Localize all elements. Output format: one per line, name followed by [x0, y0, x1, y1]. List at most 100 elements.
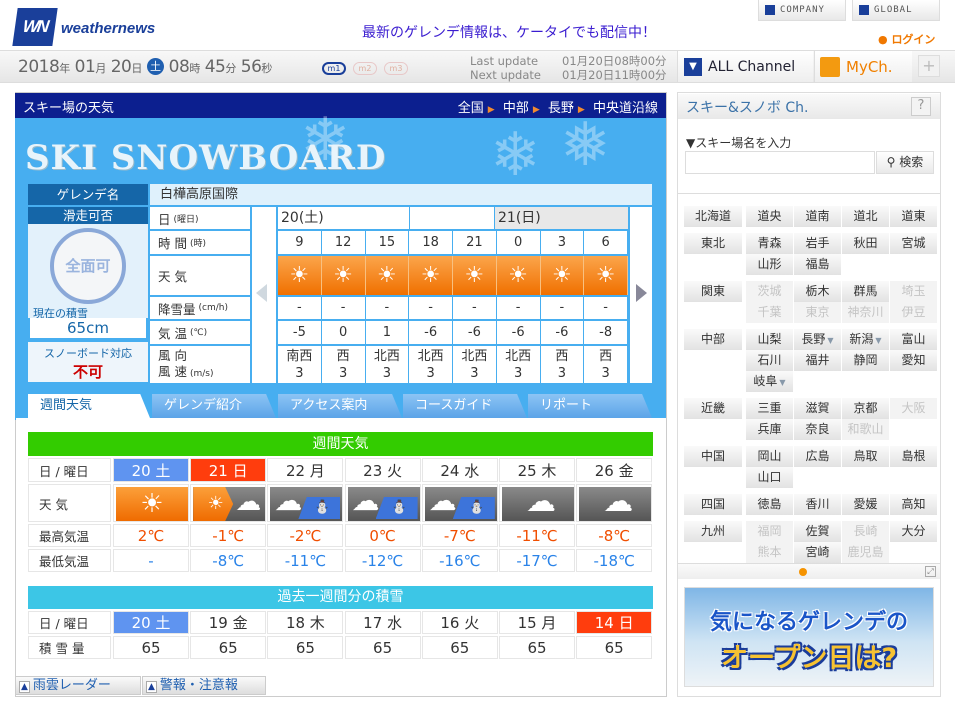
prefecture-button[interactable]: 鳥取 [842, 446, 889, 467]
expand-icon[interactable]: ⤢ [925, 566, 936, 577]
my-channel-button[interactable]: MyCh. [814, 51, 912, 82]
prefecture-button[interactable]: 岡山 [746, 446, 793, 467]
ski-status-label: 滑走可否 [28, 207, 148, 224]
prefecture-button[interactable]: 山梨 [746, 329, 793, 350]
prefecture-button[interactable]: 岩手 [794, 233, 841, 254]
cloud-icon: ☁ [579, 487, 652, 521]
prefecture-button[interactable]: 宮崎 [794, 542, 841, 563]
prefecture-button[interactable]: 道南 [794, 206, 841, 227]
mode-m1-button[interactable]: m1 [322, 62, 346, 75]
region-button[interactable]: 北海道 [684, 206, 742, 227]
dropdown-arrow-icon[interactable]: ▼ [779, 378, 785, 387]
region-button[interactable]: 近畿 [684, 398, 742, 419]
prefecture-button[interactable]: 大分 [890, 521, 937, 542]
dropdown-arrow-icon[interactable]: ▼ [875, 336, 881, 345]
wind-cell: 北西 3 [496, 346, 540, 383]
prefecture-button[interactable]: 道東 [890, 206, 937, 227]
page-dot[interactable] [799, 568, 807, 576]
prefecture-list: 岡山 広島 鳥取 島根山口 [746, 446, 940, 488]
unit: 月 [95, 62, 106, 75]
region-button[interactable]: 四国 [684, 494, 742, 515]
prefecture-button[interactable]: 滋賀 [794, 398, 841, 419]
next-update-label: Next update [470, 68, 541, 82]
year: 2018 [18, 57, 60, 77]
region-button[interactable]: 関東 [684, 281, 742, 302]
prefecture-button[interactable]: 兵庫 [746, 419, 793, 440]
tab-2[interactable]: アクセス案内 [278, 394, 402, 418]
rain-radar-tab[interactable]: ▲ 雨雲レーダー [15, 676, 141, 695]
prefecture-button[interactable]: 愛媛 [842, 494, 889, 515]
prefecture-button[interactable]: 静岡 [842, 350, 889, 371]
breadcrumb: 全国 ▶ 中部 ▶ 長野 ▶ 中央道沿線 [454, 97, 658, 116]
prefecture-button[interactable]: 徳島 [746, 494, 793, 515]
snow-depth: 65 [267, 636, 344, 659]
region-list[interactable]: 北海道 道央 道南 道北 道東 東北 青森 岩手 秋田 宮城 山形 福島 関東 茨城 栃木 群馬 埼玉 千葉 東京 神… [684, 206, 940, 563]
prefecture-button[interactable]: 広島 [794, 446, 841, 467]
region-button[interactable]: 中部 [684, 329, 742, 350]
label: 天 気 [158, 269, 187, 284]
high-temp: 2℃ [113, 524, 189, 547]
login-link[interactable]: ● ログイン [878, 31, 935, 47]
tab-4[interactable]: リポート [528, 394, 652, 418]
region-button[interactable]: 東北 [684, 233, 742, 254]
prefecture-button[interactable]: 秋田 [842, 233, 889, 254]
prefecture-button[interactable]: 奈良 [794, 419, 841, 440]
mode-m2-button[interactable]: m2 [353, 62, 377, 75]
prefecture-button[interactable]: 群馬 [842, 281, 889, 302]
company-button[interactable]: COMPANY [758, 0, 846, 21]
weathernews-logo[interactable]: WN weathernews [12, 8, 155, 46]
prefecture-button[interactable]: 島根 [890, 446, 937, 467]
help-button[interactable]: ? [911, 97, 931, 116]
region-button[interactable]: 九州 [684, 521, 742, 542]
prefecture-button[interactable]: 宮城 [890, 233, 937, 254]
weekly-row-label: 天 気 [28, 484, 111, 522]
global-button[interactable]: GLOBAL [852, 0, 940, 21]
mode-m3-button[interactable]: m3 [384, 62, 408, 75]
prefecture-button[interactable]: 栃木 [794, 281, 841, 302]
prefecture-button[interactable]: 山形 [746, 254, 793, 275]
dropdown-arrow-icon[interactable]: ▼ [827, 336, 833, 345]
prefecture-button[interactable]: 佐賀 [794, 521, 841, 542]
region-button[interactable]: 中国 [684, 446, 742, 467]
search-button[interactable]: ⚲ 検索 [876, 151, 934, 174]
breadcrumb-item[interactable]: 全国 [458, 101, 484, 116]
prefecture-button[interactable]: 石川 [746, 350, 793, 371]
warnings-tab[interactable]: ▲ 警報・注意報 [142, 676, 266, 695]
prefecture-label: 鹿児島 [847, 545, 884, 559]
weekly-row-label: 日 / 曜日 [28, 458, 111, 482]
prefecture-button[interactable]: 香川 [794, 494, 841, 515]
tab-0[interactable]: 週間天気 [28, 394, 150, 418]
prefecture-button[interactable]: 青森 [746, 233, 793, 254]
prefecture-button[interactable]: 福島 [794, 254, 841, 275]
breadcrumb-item[interactable]: 中部 [503, 101, 529, 116]
prefecture-button[interactable]: 三重 [746, 398, 793, 419]
tab-1[interactable]: ゲレンデ紹介 [152, 394, 276, 418]
unit: (曜日) [173, 214, 199, 225]
promo-link[interactable]: 最新のゲレンデ情報は、ケータイでも配信中！ [362, 22, 656, 42]
prefecture-label: 群馬 [853, 284, 878, 298]
prefecture-button: 東京 [794, 302, 841, 323]
prefecture-button[interactable]: 長野 ▼ [794, 329, 841, 350]
prefecture-button[interactable]: 道央 [746, 206, 793, 227]
opening-day-ad[interactable]: 気になるゲレンデの オープン日は? [684, 587, 934, 687]
prefecture-list: 青森 岩手 秋田 宮城山形 福島 [746, 233, 940, 275]
prefecture-button[interactable]: 愛知 [890, 350, 937, 371]
last-update-value: 01月20日08時00分 [562, 54, 667, 68]
prefecture-button[interactable]: 道北 [842, 206, 889, 227]
add-channel-button[interactable]: + [918, 55, 940, 77]
prefecture-button[interactable]: 高知 [890, 494, 937, 515]
prefecture-button[interactable]: 福井 [794, 350, 841, 371]
tab-3[interactable]: コースガイド [403, 394, 527, 418]
resort-search-input[interactable] [685, 151, 875, 174]
prev-arrow-icon[interactable] [256, 284, 267, 302]
unit: (℃) [189, 327, 208, 338]
next-arrow-icon[interactable] [636, 284, 647, 302]
prefecture-button[interactable]: 山口 [746, 467, 793, 488]
prefecture-button: 大阪 [890, 398, 937, 419]
prefecture-button[interactable]: 京都 [842, 398, 889, 419]
prefecture-button[interactable]: 岐阜 ▼ [746, 371, 793, 392]
prefecture-button[interactable]: 富山 [890, 329, 937, 350]
all-channel-button[interactable]: ▼ ALL Channel [677, 51, 813, 82]
prefecture-label: 岩手 [805, 236, 830, 250]
prefecture-button[interactable]: 新潟 ▼ [842, 329, 889, 350]
